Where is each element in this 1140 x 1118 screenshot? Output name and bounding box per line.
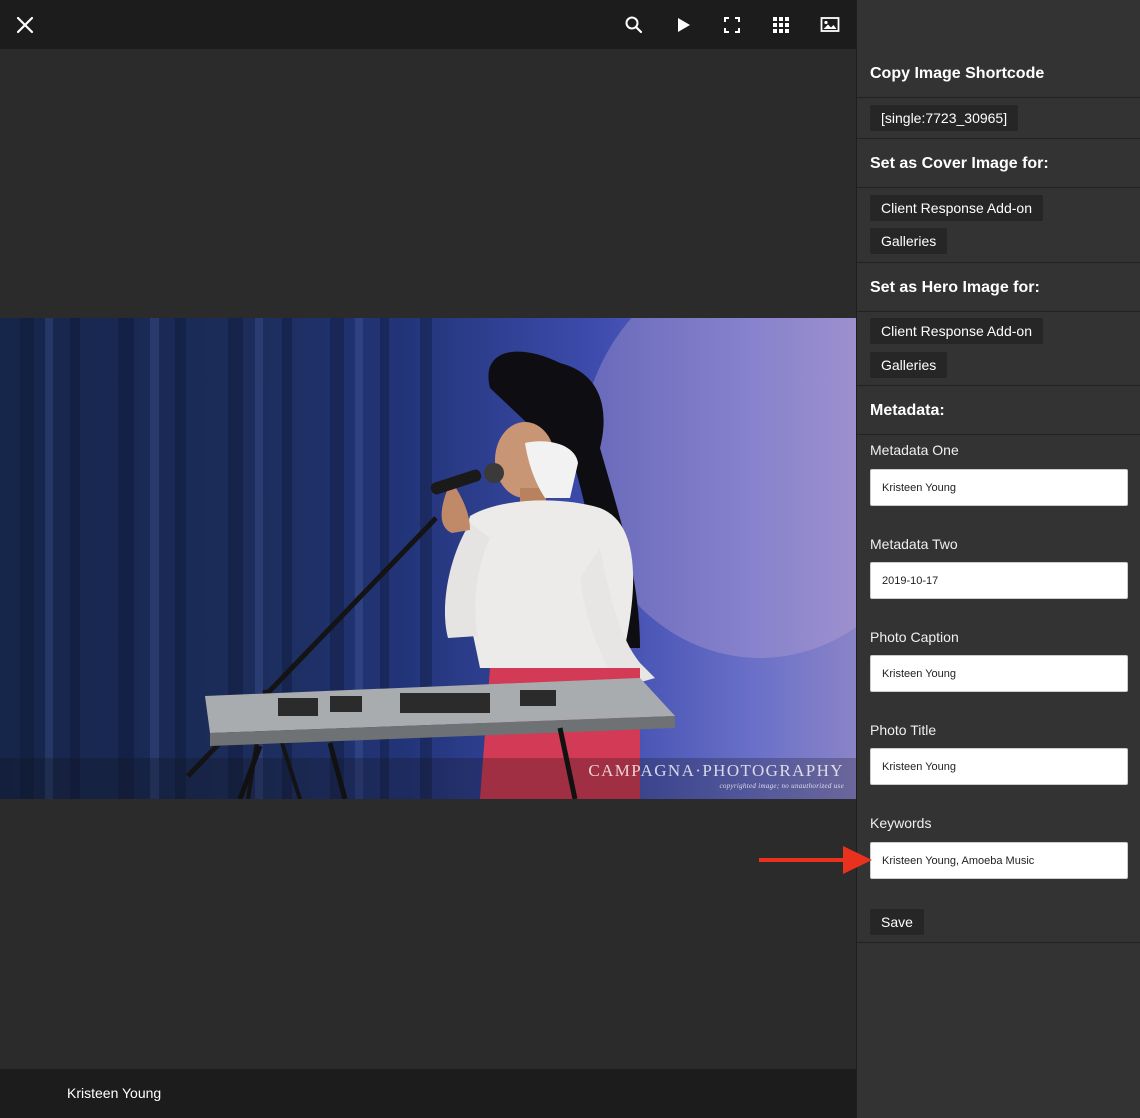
fullscreen-button[interactable] bbox=[719, 12, 745, 38]
keywords-label: Keywords bbox=[870, 815, 932, 831]
play-icon bbox=[678, 18, 690, 32]
photo-title-label: Photo Title bbox=[870, 722, 937, 738]
metadata-two-input[interactable] bbox=[870, 562, 1128, 599]
metadata-one-label: Metadata One bbox=[870, 442, 959, 458]
divider bbox=[857, 262, 1140, 263]
cover-galleries-button[interactable]: Galleries bbox=[870, 228, 948, 254]
close-icon bbox=[16, 16, 34, 34]
hero-galleries-button[interactable]: Galleries bbox=[870, 352, 948, 378]
close-button[interactable] bbox=[12, 12, 38, 38]
divider bbox=[857, 97, 1140, 98]
divider bbox=[857, 385, 1140, 386]
divider bbox=[857, 434, 1140, 435]
metadata-section-title: Metadata: bbox=[870, 402, 945, 419]
slideshow-play-button[interactable] bbox=[670, 12, 696, 38]
photo-watermark: CAMPAGNA·PHOTOGRAPHY copyrighted image; … bbox=[588, 761, 844, 791]
viewer-toolbar bbox=[0, 0, 856, 49]
image-settings-panel: Copy Image Shortcode [single:7723_30965]… bbox=[856, 0, 1140, 1118]
metadata-two-label: Metadata Two bbox=[870, 536, 958, 552]
grid-icon bbox=[773, 17, 789, 33]
keywords-input[interactable] bbox=[870, 842, 1128, 879]
shortcode-section-title: Copy Image Shortcode bbox=[870, 65, 1045, 82]
search-button[interactable] bbox=[621, 12, 647, 38]
save-button[interactable]: Save bbox=[870, 909, 924, 935]
image-viewer: CAMPAGNA·PHOTOGRAPHY copyrighted image; … bbox=[0, 0, 856, 1118]
photo-title-input[interactable] bbox=[870, 748, 1128, 785]
image-info-button[interactable] bbox=[817, 12, 843, 38]
shortcode-copy-button[interactable]: [single:7723_30965] bbox=[870, 105, 1019, 131]
search-icon bbox=[625, 16, 643, 34]
photo-illustration bbox=[0, 318, 856, 799]
photo-caption-label: Photo Caption bbox=[870, 629, 959, 645]
caption-bar: Kristeen Young bbox=[0, 1069, 856, 1118]
photo-caption-input[interactable] bbox=[870, 655, 1128, 692]
annotation-arrow-icon bbox=[759, 846, 872, 874]
watermark-text: CAMPAGNA·PHOTOGRAPHY bbox=[588, 761, 844, 780]
fullscreen-icon bbox=[724, 17, 740, 33]
cover-client-response-button[interactable]: Client Response Add-on bbox=[870, 195, 1043, 221]
watermark-subtext: copyrighted image; no unauthorized use bbox=[719, 782, 844, 790]
thumbnails-grid-button[interactable] bbox=[768, 12, 794, 38]
metadata-one-input[interactable] bbox=[870, 469, 1128, 506]
divider bbox=[857, 138, 1140, 139]
main-photo: CAMPAGNA·PHOTOGRAPHY copyrighted image; … bbox=[0, 318, 856, 799]
cover-section-title: Set as Cover Image for: bbox=[870, 155, 1049, 172]
divider bbox=[857, 187, 1140, 188]
image-icon bbox=[820, 17, 840, 32]
hero-section-title: Set as Hero Image for: bbox=[870, 279, 1040, 296]
hero-client-response-button[interactable]: Client Response Add-on bbox=[870, 318, 1043, 344]
photo-caption: Kristeen Young bbox=[67, 1085, 162, 1101]
divider bbox=[857, 942, 1140, 943]
divider bbox=[857, 311, 1140, 312]
